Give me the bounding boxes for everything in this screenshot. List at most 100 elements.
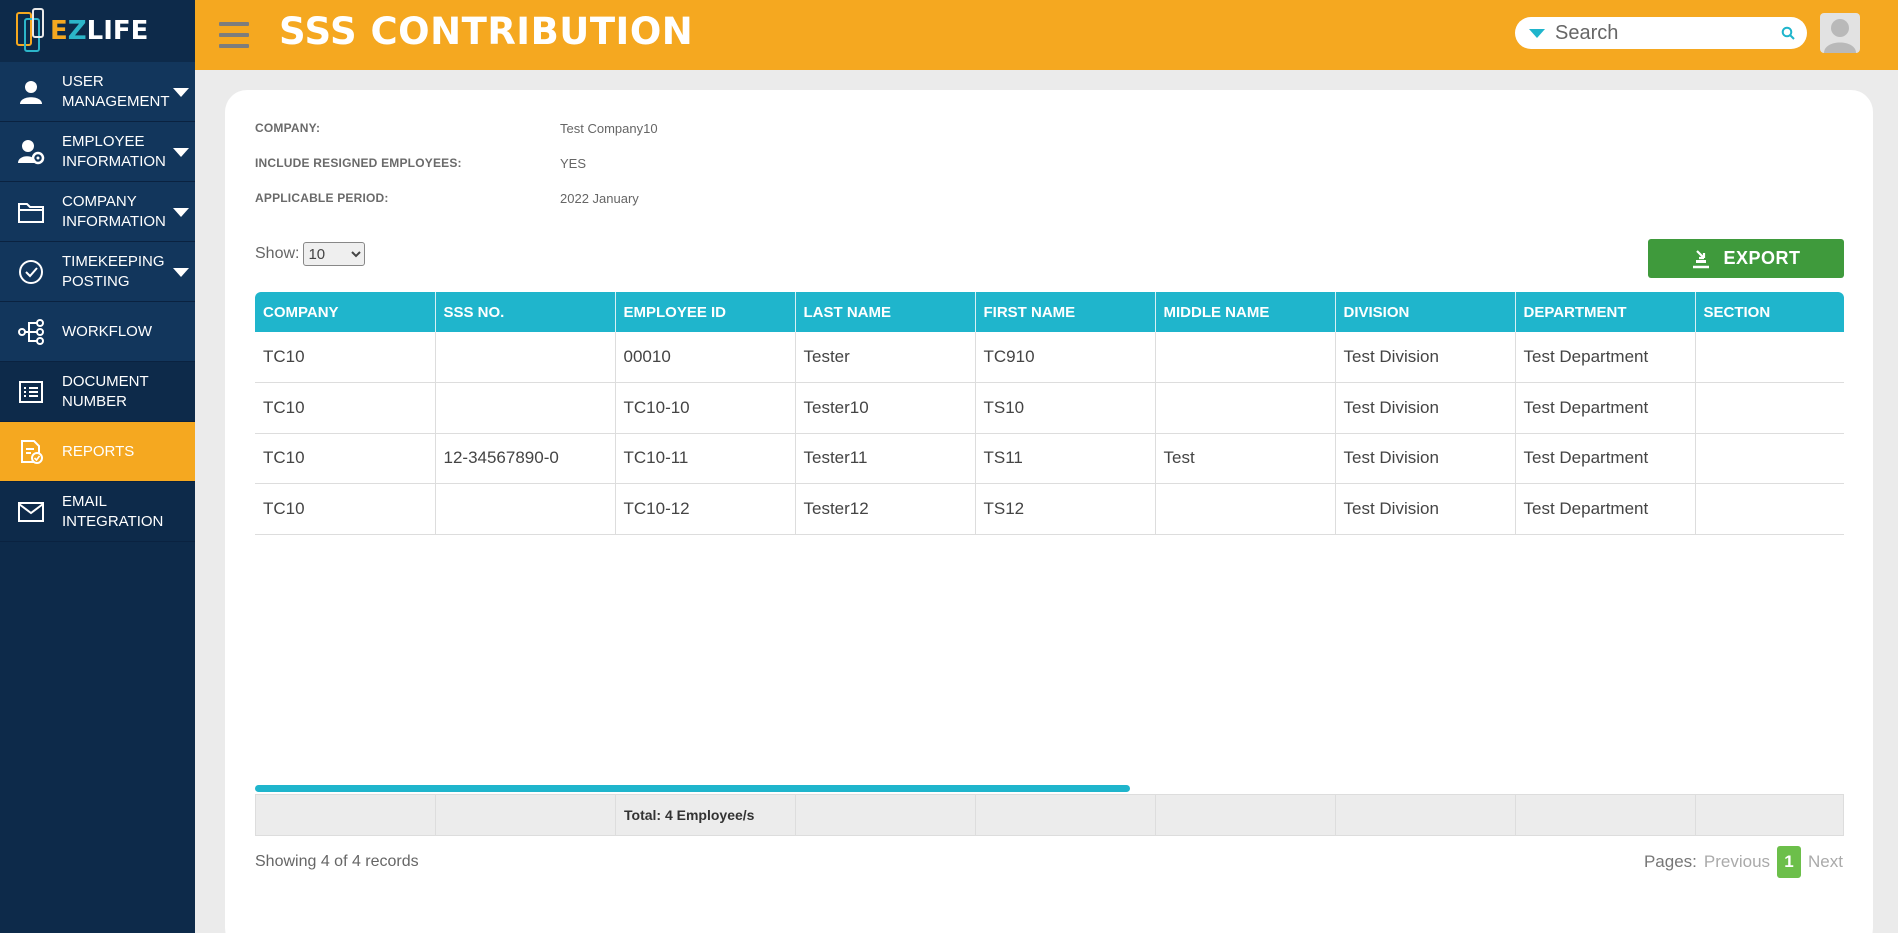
sidebar-item-workflow[interactable]: WORKFLOW — [0, 302, 195, 362]
chevron-down-icon[interactable] — [173, 148, 189, 157]
next-page-button[interactable]: Next — [1808, 852, 1843, 872]
table-row[interactable]: TC10 TC10-12 Tester12 TS12 Test Division… — [255, 483, 1844, 535]
sidebar-item-label: DOCUMENT NUMBER — [62, 372, 149, 410]
sidebar-item-user-management[interactable]: USER MANAGEMENT — [0, 62, 195, 122]
cell-section — [1695, 332, 1844, 383]
chevron-down-icon[interactable] — [173, 208, 189, 217]
column-header-department[interactable]: DEPARTMENT — [1515, 292, 1696, 332]
cell-employee-id: TC10-12 — [615, 483, 796, 535]
cell-first-name: TS11 — [975, 433, 1156, 484]
table-row[interactable]: TC10 00010 Tester TC910 Test Division Te… — [255, 332, 1844, 383]
chevron-down-icon[interactable] — [173, 268, 189, 277]
export-button[interactable]: EXPORT — [1648, 239, 1844, 278]
cell-section — [1695, 382, 1844, 434]
footer-cell — [1516, 795, 1696, 835]
column-header-sss-no[interactable]: SSS NO. — [435, 292, 616, 332]
cell-division: Test Division — [1335, 332, 1516, 383]
previous-page-button[interactable]: Previous — [1704, 852, 1770, 872]
sidebar-item-company-information[interactable]: COMPANY INFORMATION — [0, 182, 195, 242]
folder-icon — [0, 200, 62, 224]
employee-settings-icon — [0, 139, 62, 165]
sidebar-item-label: WORKFLOW — [62, 322, 152, 340]
table-row[interactable]: TC10 12-34567890-0 TC10-11 Tester11 TS11… — [255, 433, 1844, 484]
avatar[interactable] — [1820, 13, 1860, 53]
hamburger-menu-icon[interactable] — [219, 22, 249, 48]
page-size-select[interactable]: 10 — [303, 242, 366, 266]
footer-cell — [1336, 795, 1516, 835]
column-header-company[interactable]: COMPANY — [255, 292, 436, 332]
cell-first-name: TS10 — [975, 382, 1156, 434]
footer-cell — [1696, 795, 1843, 835]
cell-section — [1695, 483, 1844, 535]
page-button-1[interactable]: 1 — [1777, 846, 1802, 878]
sidebar-item-timekeeping-posting[interactable]: TIMEKEEPING POSTING — [0, 242, 195, 302]
top-header: SSS CONTRIBUTION — [195, 0, 1898, 70]
sidebar-item-label: EMPLOYEE INFORMATION — [62, 132, 166, 170]
sidebar: EZLIFE USER MANAGEMENT EMPLOYEE INFORMAT… — [0, 0, 195, 933]
cell-middle-name: Test — [1155, 433, 1336, 484]
column-header-first-name[interactable]: FIRST NAME — [975, 292, 1156, 332]
cell-company: TC10 — [255, 332, 436, 383]
cell-department: Test Department — [1515, 332, 1696, 383]
cell-employee-id: TC10-11 — [615, 433, 796, 484]
cell-department: Test Department — [1515, 382, 1696, 434]
cell-employee-id: TC10-10 — [615, 382, 796, 434]
filter-company-value: Test Company10 — [560, 121, 658, 136]
cell-sss-no — [435, 332, 616, 383]
sidebar-item-reports[interactable]: REPORTS — [0, 422, 195, 482]
export-icon — [1693, 249, 1710, 268]
column-header-section[interactable]: SECTION — [1695, 292, 1844, 332]
footer-cell — [976, 795, 1156, 835]
cell-department: Test Department — [1515, 483, 1696, 535]
search-filter-dropdown-icon[interactable] — [1529, 28, 1545, 38]
user-icon — [0, 79, 62, 105]
cell-company: TC10 — [255, 483, 436, 535]
cell-last-name: Tester12 — [795, 483, 976, 535]
table-row[interactable]: TC10 TC10-10 Tester10 TS10 Test Division… — [255, 382, 1844, 434]
cell-sss-no — [435, 382, 616, 434]
filter-resigned-value: YES — [560, 156, 587, 171]
footer-cell — [436, 795, 616, 835]
cell-division: Test Division — [1335, 433, 1516, 484]
search-box[interactable] — [1515, 17, 1807, 49]
sidebar-item-document-number[interactable]: DOCUMENT NUMBER — [0, 362, 195, 422]
sidebar-item-label: TIMEKEEPING POSTING — [62, 252, 165, 290]
sidebar-item-email-integration[interactable]: EMAIL INTEGRATION — [0, 482, 195, 542]
sss-contribution-table: COMPANY SSS NO. EMPLOYEE ID LAST NAME FI… — [255, 292, 1844, 535]
footer-cell — [796, 795, 976, 835]
table-footer-totals: Total: 4 Employee/s — [255, 794, 1844, 836]
cell-section — [1695, 433, 1844, 484]
search-icon[interactable] — [1781, 26, 1795, 40]
table-header-row: COMPANY SSS NO. EMPLOYEE ID LAST NAME FI… — [255, 292, 1844, 332]
sidebar-item-label: COMPANY INFORMATION — [62, 192, 166, 230]
column-header-middle-name[interactable]: MIDDLE NAME — [1155, 292, 1336, 332]
column-header-last-name[interactable]: LAST NAME — [795, 292, 976, 332]
logo-mark-icon — [14, 6, 48, 56]
workflow-icon — [0, 318, 62, 345]
sidebar-item-employee-information[interactable]: EMPLOYEE INFORMATION — [0, 122, 195, 182]
cell-company: TC10 — [255, 433, 436, 484]
cell-middle-name — [1155, 382, 1336, 434]
sidebar-item-label: REPORTS — [62, 442, 135, 460]
cell-last-name: Tester10 — [795, 382, 976, 434]
page-title: SSS CONTRIBUTION — [279, 10, 694, 53]
column-header-division[interactable]: DIVISION — [1335, 292, 1516, 332]
app-logo[interactable]: EZLIFE — [0, 0, 195, 62]
sidebar-item-label: USER MANAGEMENT — [62, 72, 170, 110]
cell-sss-no — [435, 483, 616, 535]
footer-cell — [256, 795, 436, 835]
cell-company: TC10 — [255, 382, 436, 434]
cell-last-name: Tester11 — [795, 433, 976, 484]
report-card: COMPANY: Test Company10 INCLUDE RESIGNED… — [225, 90, 1873, 933]
cell-division: Test Division — [1335, 382, 1516, 434]
chevron-down-icon[interactable] — [173, 88, 189, 97]
cell-employee-id: 00010 — [615, 332, 796, 383]
cell-middle-name — [1155, 332, 1336, 383]
cell-middle-name — [1155, 483, 1336, 535]
mail-icon — [0, 501, 62, 523]
filter-period-label: APPLICABLE PERIOD: — [255, 191, 389, 205]
column-header-employee-id[interactable]: EMPLOYEE ID — [615, 292, 796, 332]
horizontal-scrollbar[interactable] — [255, 785, 1130, 792]
check-circle-icon — [0, 259, 62, 285]
search-input[interactable] — [1555, 21, 1765, 45]
